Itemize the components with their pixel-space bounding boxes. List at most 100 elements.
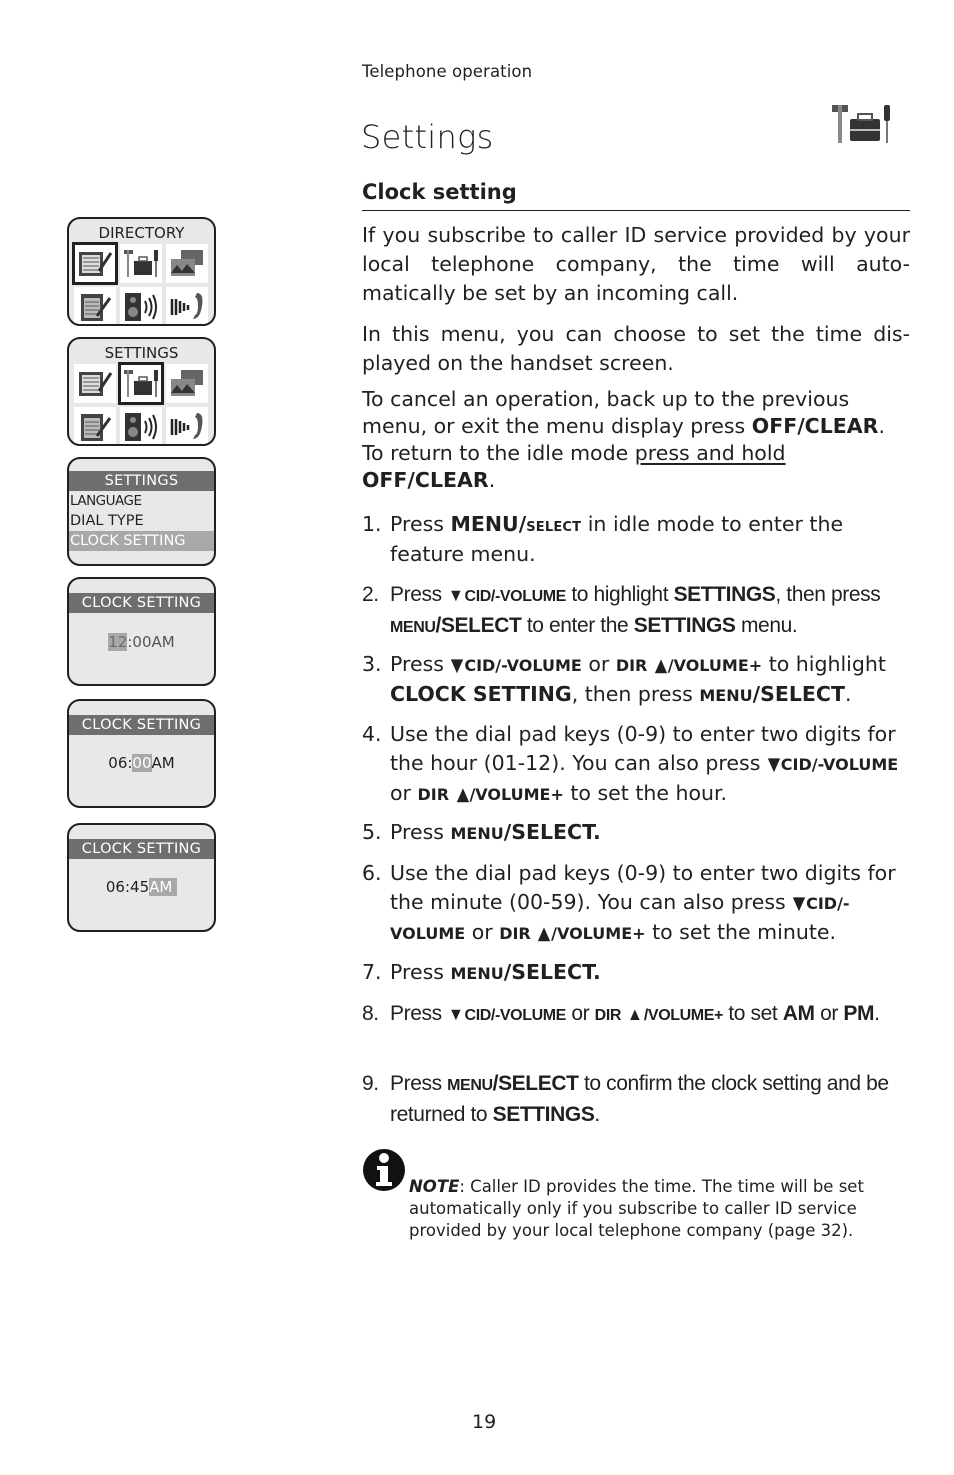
off-clear-key: OFF/CLEAR xyxy=(751,414,879,438)
step-number: 1. xyxy=(362,512,382,536)
dir-key: DIR xyxy=(615,656,648,675)
menu-key: MENU xyxy=(450,512,519,536)
note-text: NOTE: Caller ID provides the time. The t… xyxy=(409,1176,899,1242)
step-7: 7. Press MENU/SELECT. xyxy=(362,958,918,988)
step-9: 9. Press MENU/SELECT to confirm the cloc… xyxy=(362,1069,918,1129)
settings-tools-icon xyxy=(118,362,164,405)
menu-key: MENU xyxy=(450,824,504,843)
text: or xyxy=(390,781,418,805)
screen-clock-hour: CLOCK SETTING 12:00AM xyxy=(67,577,216,686)
dir-key: DIR xyxy=(499,924,531,943)
step-number: 8. xyxy=(362,1002,379,1025)
page-number: 19 xyxy=(472,1411,497,1433)
cid-volume-key: CID/-VOLUME xyxy=(780,755,899,774)
intro-paragraph-3: To cancel an operation, back up to the p… xyxy=(362,386,910,494)
volume-plus-key: /VOLUME+ xyxy=(469,785,564,804)
time-text: 06: xyxy=(108,754,133,772)
volume-plus-key: /VOLUME+ xyxy=(667,656,763,675)
notepad-icon xyxy=(74,407,116,444)
time-text: :00AM xyxy=(127,633,175,651)
running-head: Telephone operation xyxy=(362,62,533,81)
screen-settings-icons: SETTINGS xyxy=(67,337,216,446)
down-arrow-icon: ▼ xyxy=(451,655,464,676)
up-arrow-icon: ▲ xyxy=(456,784,469,805)
am-label: AM xyxy=(782,1002,815,1025)
text: Press xyxy=(390,583,448,606)
speaker-icon xyxy=(120,407,162,444)
text: , then press xyxy=(775,583,881,606)
cid-volume-key: CID/-VOLUME xyxy=(464,1007,567,1024)
speaker-icon xyxy=(120,287,162,324)
text: or xyxy=(565,1002,595,1025)
pm-label: PM xyxy=(843,1002,875,1025)
step-8: 8. Press ▼CID/-VOLUME or DIR ▲/VOLUME+ t… xyxy=(362,999,918,1030)
text: . xyxy=(592,960,601,984)
text: to highlight xyxy=(762,652,886,676)
step-2: 2. Press ▼CID/-VOLUME to highlight SETTI… xyxy=(362,580,918,642)
menu-item-dial-type: DIAL TYPE xyxy=(70,513,144,529)
icon-grid xyxy=(72,242,214,324)
icon-grid xyxy=(74,362,214,444)
select-key: /SELECT xyxy=(752,682,845,706)
cid-volume-key: CID/-VOLUME xyxy=(464,656,582,675)
select-key: /SELECT xyxy=(492,1072,579,1095)
text: . xyxy=(874,1002,880,1025)
note-label: NOTE xyxy=(409,1177,460,1196)
press-and-hold: press and hold xyxy=(634,441,786,465)
text: . xyxy=(488,468,496,492)
settings-label: SETTINGS xyxy=(633,614,736,637)
select-key: /SELECT xyxy=(435,614,522,637)
select-key: /SELECT xyxy=(503,820,593,844)
text: or xyxy=(581,652,616,676)
text: to set the hour. xyxy=(563,781,728,805)
menu-key: MENU xyxy=(390,619,436,636)
time-cursor: 12 xyxy=(108,633,128,651)
cid-volume-key: CID/-VOLUME xyxy=(464,588,567,605)
photos-icon xyxy=(166,364,208,403)
screen-title: SETTINGS xyxy=(104,344,179,362)
page-title: Settings xyxy=(361,118,494,156)
menu-key: MENU xyxy=(699,686,753,705)
info-icon xyxy=(363,1149,405,1191)
time-text: 06:45 xyxy=(105,878,150,896)
text: Press xyxy=(390,652,451,676)
text: to highlight xyxy=(565,583,674,606)
step-number: 9. xyxy=(362,1072,379,1095)
text: Press xyxy=(390,512,451,536)
up-arrow-icon: ▲ xyxy=(537,923,551,944)
step-number: 6. xyxy=(362,861,382,885)
select-key: /SELECT xyxy=(503,960,593,984)
text: . xyxy=(844,682,852,706)
step-number: 4. xyxy=(362,722,382,746)
screen-title: DIRECTORY xyxy=(98,224,185,242)
text: to enter the xyxy=(521,614,634,637)
text: Press xyxy=(390,820,451,844)
volume-plus-key: /VOLUME+ xyxy=(551,924,646,943)
screen-title-bar: CLOCK SETTING xyxy=(69,593,214,613)
step-number: 2. xyxy=(362,583,379,606)
time-cursor: AM xyxy=(149,878,178,896)
down-arrow-icon: ▼ xyxy=(447,1004,464,1024)
screen-title-bar: CLOCK SETTING xyxy=(69,715,214,735)
time-display: 06:45AM xyxy=(69,878,214,896)
settings-tools-icon xyxy=(120,244,162,283)
intro-paragraph-2: In this menu, you can choose to set the … xyxy=(362,322,910,375)
settings-label: SETTINGS xyxy=(492,1103,595,1126)
section-heading: Clock setting xyxy=(362,180,910,211)
screen-clock-minute: CLOCK SETTING 06:00AM xyxy=(67,699,216,808)
directory-book-icon xyxy=(72,242,118,285)
text: Press xyxy=(390,1002,448,1025)
menu-key: MENU xyxy=(450,964,504,983)
screen-clock-ampm: CLOCK SETTING 06:45AM xyxy=(67,823,216,932)
select-key: SELECT xyxy=(526,515,582,536)
directory-book-icon xyxy=(74,364,116,403)
down-arrow-icon: ▼ xyxy=(792,893,806,914)
settings-tools-icon xyxy=(832,105,890,143)
text: to set the minute. xyxy=(645,920,836,944)
text: to set xyxy=(722,1002,783,1025)
screen-settings-menu: SETTINGS LANGUAGE DIAL TYPE CLOCK SETTIN… xyxy=(67,457,216,566)
menu-key: MENU xyxy=(447,1077,493,1094)
screen-title-bar: SETTINGS xyxy=(69,471,214,491)
screen-title-bar: CLOCK SETTING xyxy=(69,839,214,859)
down-arrow-icon: ▼ xyxy=(447,585,464,605)
